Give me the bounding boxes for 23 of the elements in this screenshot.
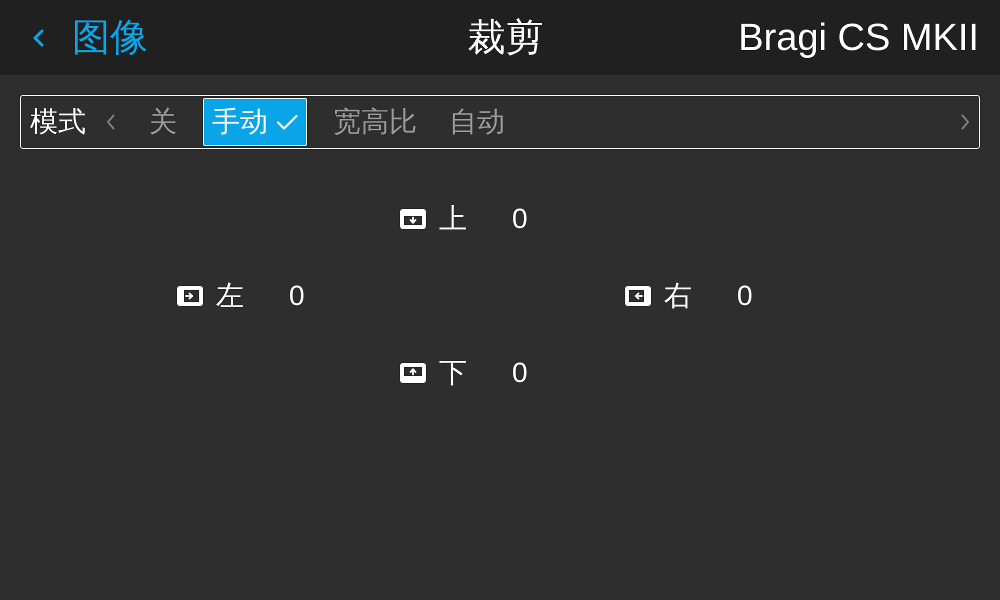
edge-label: 右 <box>664 278 693 312</box>
edge-label: 下 <box>439 356 468 390</box>
chevron-left-icon <box>32 28 44 46</box>
mode-option[interactable]: 自动 <box>443 98 511 146</box>
edge-value[interactable]: 0 <box>737 278 753 312</box>
edge-value[interactable]: 0 <box>289 278 305 312</box>
mode-label: 模式 <box>30 105 86 139</box>
mode-option[interactable]: 宽高比 <box>327 98 423 146</box>
crop-bottom-icon <box>400 362 426 382</box>
back-button[interactable]: 图像 <box>32 16 148 60</box>
crop-left-icon <box>177 286 203 306</box>
edge-label: 左 <box>216 278 245 312</box>
edge-value[interactable]: 0 <box>512 202 528 236</box>
crop-top-icon <box>400 208 426 228</box>
edge-label: 上 <box>439 202 468 236</box>
screen-title: 裁剪 <box>468 16 544 60</box>
chevron-left-icon[interactable] <box>106 114 115 130</box>
device-name: Bragi CS MKII <box>738 16 979 60</box>
chevron-right-icon[interactable] <box>961 114 970 130</box>
edge-value[interactable]: 0 <box>512 356 528 390</box>
crop-right-icon <box>625 286 651 306</box>
checkmark-icon <box>276 114 298 130</box>
mode-option[interactable]: 关 <box>143 98 183 146</box>
